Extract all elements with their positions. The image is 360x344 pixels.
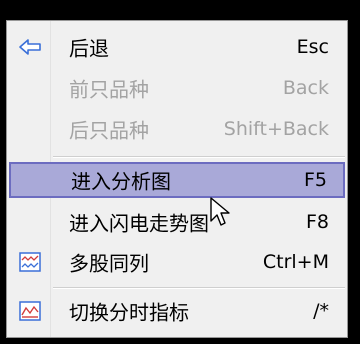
- menu-separator: [53, 287, 345, 289]
- multi-chart-icon: [17, 251, 43, 273]
- menu-separator: [53, 156, 345, 158]
- menu-item-label: 多股同列: [69, 251, 149, 276]
- menu-item-shortcut: F5: [303, 169, 327, 191]
- menu-item-label: 进入闪电走势图: [69, 211, 209, 236]
- menu-item-shortcut: Shift+Back: [223, 118, 329, 140]
- mouse-pointer-icon: [210, 197, 232, 233]
- menu-item-enter-flash-trend-chart[interactable]: 进入闪电走势图 F8: [9, 204, 345, 240]
- left-arrow-icon: [17, 36, 43, 58]
- menu-item-label: 前只品种: [69, 77, 149, 102]
- menu-item-enter-analysis-chart[interactable]: 进入分析图 F5: [9, 162, 345, 198]
- menu-item-previous-stock: 前只品种 Back: [9, 70, 345, 106]
- background-bar: [0, 0, 360, 8]
- menu-item-label: 后退: [69, 36, 109, 61]
- menu-item-back[interactable]: 后退 Esc: [9, 29, 345, 65]
- menu-item-shortcut: /*: [313, 300, 329, 322]
- menu-item-label: 切换分时指标: [69, 300, 189, 325]
- menu-item-switch-intraday-indicator[interactable]: 切换分时指标 /*: [9, 293, 345, 329]
- menu-item-shortcut: Esc: [296, 36, 329, 58]
- menu-item-shortcut: F8: [305, 211, 329, 233]
- menu-item-label: 进入分析图: [71, 169, 171, 194]
- menu-item-shortcut: Back: [282, 77, 329, 99]
- menu-item-label: 后只品种: [69, 118, 149, 143]
- menu-item-shortcut: Ctrl+M: [262, 251, 329, 273]
- menu-item-multi-stock-view[interactable]: 多股同列 Ctrl+M: [9, 244, 345, 280]
- menu-item-next-stock: 后只品种 Shift+Back: [9, 111, 345, 147]
- indicator-chart-icon: [17, 300, 43, 322]
- background-strip: [352, 20, 360, 344]
- context-menu: 后退 Esc 前只品种 Back 后只品种 Shift+Back 进入分析图 F…: [6, 20, 348, 338]
